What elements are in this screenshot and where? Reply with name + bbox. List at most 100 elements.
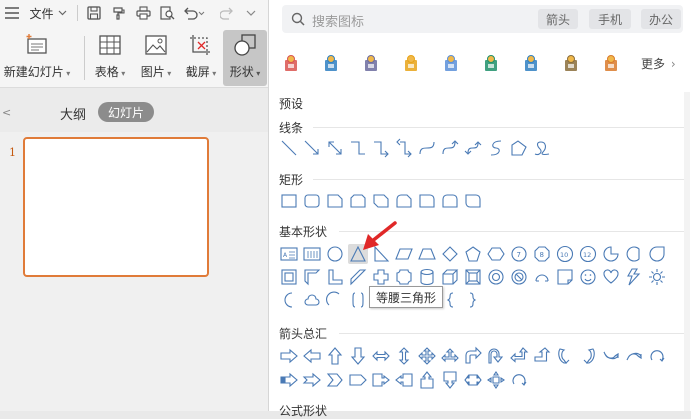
shape-bent-arr-icon[interactable] [463,346,483,366]
shape-bent-up-arr-icon[interactable] [532,346,552,366]
chevron-left-icon[interactable]: < [2,106,11,119]
shape-dbl-bracket-icon[interactable] [348,290,368,310]
shape-sun-icon[interactable] [647,267,667,287]
shape-arr-l-r-icon[interactable] [371,346,391,366]
shape-teardrop-icon[interactable] [647,244,667,264]
icon-search-bar[interactable]: 搜索图标 箭头 手机 办公 [282,5,683,33]
tab-slides[interactable]: 幻灯片 [98,102,154,122]
presentation-icon[interactable] [481,54,501,74]
slide-thumbnail[interactable] [23,137,209,277]
shape-lr-up-arr-icon[interactable] [440,346,460,366]
shape-curve-icon[interactable] [417,138,437,158]
shape-heptagon-icon[interactable]: 7 [509,244,529,264]
shape-curve-dbl-icon[interactable] [463,138,483,158]
picture-button[interactable]: 图片 ▾ [136,30,176,86]
tab-outline[interactable]: 大纲 [60,104,86,123]
shape-lightning-icon[interactable] [624,267,644,287]
shape-l-brace-icon[interactable] [440,290,460,310]
scrollbar[interactable] [684,92,690,411]
shape-textbox-icon[interactable]: A [279,244,299,264]
shape-decagon-icon[interactable]: 10 [555,244,575,264]
shape-hexagon-icon[interactable] [486,244,506,264]
shape-lshape-icon[interactable] [325,267,345,287]
shape-donut-icon[interactable] [486,267,506,287]
shape-line-a-icon[interactable] [279,138,299,158]
shape-halfframe-icon[interactable] [302,267,322,287]
chevron-down-icon[interactable] [244,3,258,23]
shape-circular-arr-icon[interactable] [647,346,667,366]
lock-icon[interactable] [401,54,421,74]
format-painter-icon[interactable] [110,3,128,23]
network-icon[interactable] [361,54,381,74]
shape-down-callout-icon[interactable] [440,370,460,390]
shape-rrect-icon[interactable] [302,191,322,211]
shape-lr-callout-icon[interactable] [463,370,483,390]
shape-ellipse-icon[interactable] [325,244,345,264]
shape-rect-icon[interactable] [279,191,299,211]
shape-bevel-icon[interactable] [463,267,483,287]
team-icon[interactable] [521,54,541,74]
shape-arr-u-icon[interactable] [325,346,345,366]
shape-round1-icon[interactable] [417,191,437,211]
shape-cube-icon[interactable] [440,267,460,287]
shape-parallelogram-icon[interactable] [394,244,414,264]
shape-line-arrow-icon[interactable] [302,138,322,158]
house-icon[interactable] [321,54,341,74]
shape-heart-icon[interactable] [601,267,621,287]
menu-icon[interactable] [4,3,20,23]
shape-elbow-arr-icon[interactable] [371,138,391,158]
undo-icon[interactable] [182,3,206,23]
shape-no-symbol-icon[interactable] [509,267,529,287]
shape-curved-r-icon[interactable] [555,346,575,366]
print-icon[interactable] [134,3,152,23]
shape-arr-d-icon[interactable] [348,346,368,366]
shape-arr-l-icon[interactable] [302,346,322,366]
shape-curve-arr-icon[interactable] [440,138,460,158]
shape-chevron-arr-icon[interactable] [325,370,345,390]
shape-up-callout-icon[interactable] [417,370,437,390]
shape-curved-d-icon[interactable] [624,346,644,366]
shape-button[interactable]: 形状 ▾ [223,30,267,86]
shape-freeform-icon[interactable] [509,138,529,158]
stamp-icon[interactable] [281,54,301,74]
shape-elbow-dbl-icon[interactable] [394,138,414,158]
box-icon[interactable] [601,54,621,74]
shape-folded-corner-icon[interactable] [555,267,575,287]
shape-pentagon-arr-icon[interactable] [348,370,368,390]
shape-right-callout-icon[interactable] [371,370,391,390]
file-menu[interactable]: 文件 [22,3,74,23]
shape-circular-arr-icon[interactable] [509,370,529,390]
shape-snip1-icon[interactable] [325,191,345,211]
search-chip-arrow[interactable]: 箭头 [538,9,578,29]
shape-striped-r-icon[interactable] [279,370,299,390]
save-icon[interactable] [85,3,103,23]
shape-frame-icon[interactable] [279,267,299,287]
shape-plaque-icon[interactable] [394,267,414,287]
shape-chord-icon[interactable] [624,244,644,264]
shape-line-double-icon[interactable] [325,138,345,158]
shape-snip-diag-icon[interactable] [371,191,391,211]
shape-curved-l-icon[interactable] [578,346,598,366]
shape-vtextbox-icon[interactable] [302,244,322,264]
shape-r-brace-icon[interactable] [463,290,483,310]
shape-diag-stripe-icon[interactable] [348,267,368,287]
shape-elbow-icon[interactable] [348,138,368,158]
shape-snip-round-icon[interactable] [394,191,414,211]
shape-plus-icon[interactable] [371,267,391,287]
new-slide-button[interactable]: 新建幻灯片 ▾ [0,30,74,86]
shape-moon-icon[interactable] [279,290,299,310]
redo-icon[interactable] [218,3,236,23]
shape-curved-u-icon[interactable] [601,346,621,366]
more-icons-link[interactable]: 更多 › [641,55,676,72]
shape-trapezoid-icon[interactable] [417,244,437,264]
search-chip-phone[interactable]: 手机 [589,9,631,29]
print-preview-icon[interactable] [158,3,176,23]
shape-round-diag-icon[interactable] [463,191,483,211]
rocket-icon[interactable] [561,54,581,74]
shape-notched-r-icon[interactable] [302,370,322,390]
shape-pentagon-icon[interactable] [463,244,483,264]
shape-diamond-icon[interactable] [440,244,460,264]
hub-icon[interactable] [441,54,461,74]
shape-scurve-icon[interactable] [486,138,506,158]
shape-round2-icon[interactable] [440,191,460,211]
